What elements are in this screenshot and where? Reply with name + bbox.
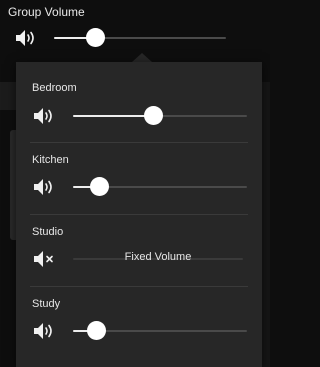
speaker-volume-icon[interactable] bbox=[32, 321, 56, 341]
speaker-volume-icon[interactable] bbox=[14, 28, 38, 48]
speaker-volume-icon[interactable] bbox=[32, 177, 56, 197]
slider-thumb[interactable] bbox=[90, 177, 110, 196]
popover-arrow bbox=[132, 53, 152, 62]
divider bbox=[30, 286, 248, 287]
kitchen-volume-slider[interactable] bbox=[73, 177, 247, 196]
room-label-bedroom: Bedroom bbox=[32, 82, 77, 94]
divider bbox=[30, 214, 248, 215]
room-label-study: Study bbox=[32, 298, 61, 310]
group-volume-title: Group Volume bbox=[8, 5, 85, 19]
slider-thumb[interactable] bbox=[86, 28, 106, 47]
fixed-volume-label: Fixed Volume bbox=[124, 251, 192, 263]
bedroom-volume-slider[interactable] bbox=[73, 106, 247, 125]
study-volume-slider[interactable] bbox=[73, 321, 247, 340]
group-volume-slider[interactable] bbox=[54, 28, 226, 47]
slider-fill bbox=[73, 115, 154, 117]
slider-thumb[interactable] bbox=[144, 106, 164, 125]
screen: Group Volume Bedroom Kitchen Studio Fixe… bbox=[0, 0, 270, 367]
room-volume-popover: Bedroom Kitchen Studio Fixed Volume Stud… bbox=[16, 62, 262, 367]
speaker-muted-icon bbox=[32, 249, 56, 269]
slider-thumb[interactable] bbox=[86, 321, 106, 340]
speaker-volume-icon[interactable] bbox=[32, 106, 56, 126]
room-label-kitchen: Kitchen bbox=[32, 154, 69, 166]
divider bbox=[30, 142, 248, 143]
studio-volume-disabled-track: Fixed Volume bbox=[73, 251, 243, 263]
room-label-studio: Studio bbox=[32, 226, 64, 238]
